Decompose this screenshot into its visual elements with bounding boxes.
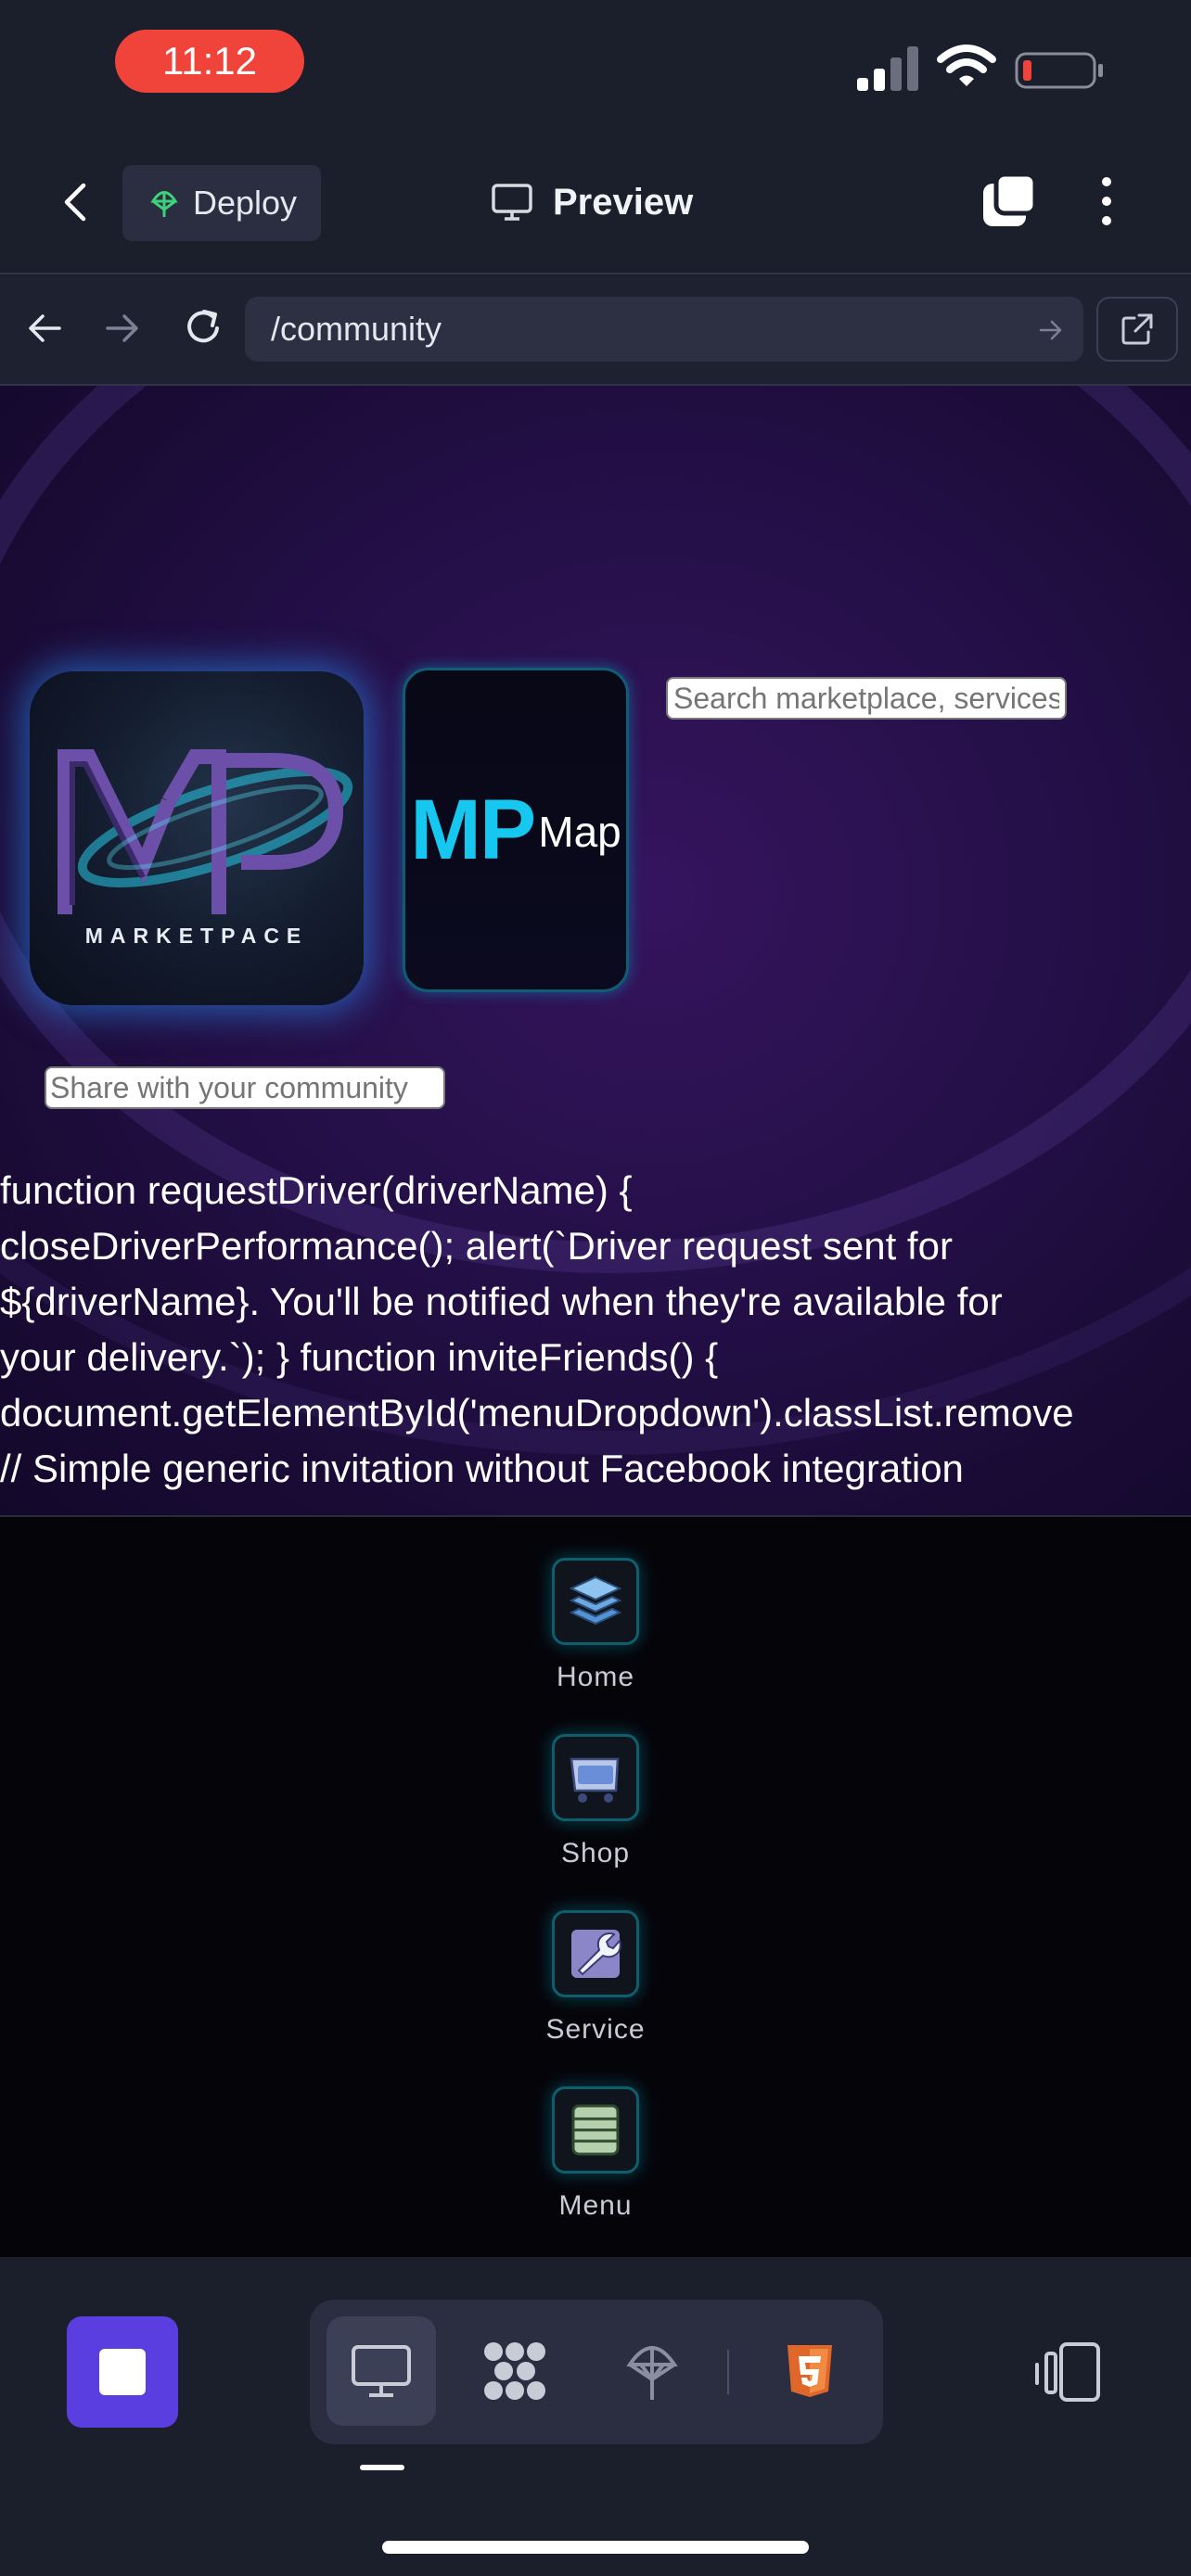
page-title: Preview [553, 181, 694, 223]
deploy-tool-button[interactable] [597, 2316, 707, 2426]
deploy-button[interactable]: Deploy [122, 165, 321, 241]
map-card-mp: MP [410, 782, 536, 877]
desktop-icon [352, 2345, 411, 2397]
web-content: MARKETPACE MP Map function requestDriver… [0, 386, 1191, 1515]
html5-icon [788, 2345, 832, 2397]
nav-tile[interactable] [552, 1734, 639, 1821]
wifi-icon [937, 45, 996, 86]
wrench-icon [571, 1930, 621, 1978]
deploy-icon [150, 191, 178, 217]
tool-separator [727, 2350, 729, 2394]
browser-back-icon[interactable] [26, 310, 63, 347]
deploy-label: Deploy [193, 184, 298, 222]
desktop-view-button[interactable] [327, 2316, 436, 2426]
mp-monogram-icon [58, 749, 353, 914]
external-link-icon [1121, 313, 1153, 345]
active-tool-indicator [360, 2465, 404, 2470]
more-options-icon[interactable] [1093, 172, 1121, 230]
nav-tile[interactable] [552, 1558, 639, 1645]
browser-bar: /community [0, 276, 1191, 386]
bottom-toolbar [0, 2257, 1191, 2576]
nav-label: Shop [560, 1838, 631, 1868]
site-nav: Home Shop Service Menu [0, 1515, 1191, 2257]
go-arrow-icon[interactable] [1039, 319, 1063, 341]
cart-icon [570, 1757, 620, 1803]
mp-map-card[interactable]: MP Map [403, 668, 629, 992]
marketpace-logo[interactable]: MARKETPACE [30, 671, 364, 1005]
nav-tile[interactable] [552, 1910, 639, 1997]
code-line: // Simple generic invitation without Fac… [0, 1447, 964, 1490]
nav-tile[interactable] [552, 2086, 639, 2174]
raw-script-text: function requestDriver(driverName) { clo… [0, 1163, 1191, 1497]
nav-item-menu[interactable]: Menu [503, 2086, 688, 2222]
app-header: Deploy Preview [0, 130, 1191, 274]
url-field[interactable]: /community [245, 297, 1083, 362]
nav-item-service[interactable]: Service [503, 1910, 688, 2046]
code-line: ${driverName}. You'll be notified when t… [0, 1280, 1003, 1323]
code-line: closeDriverPerformance(); alert(`Driver … [0, 1224, 953, 1268]
code-line: your delivery.`); } function inviteFrien… [0, 1335, 719, 1379]
browser-forward-icon[interactable] [104, 310, 141, 347]
nodes-icon [484, 2342, 545, 2400]
device-toggle-icon[interactable] [1035, 2340, 1102, 2405]
stop-button[interactable] [67, 2316, 178, 2428]
tabs-icon[interactable] [981, 172, 1039, 230]
map-card-label: Map [538, 808, 621, 856]
status-bar: 11:12 [0, 0, 1191, 130]
reload-icon[interactable] [182, 306, 224, 349]
nav-item-shop[interactable]: Shop [503, 1734, 688, 1869]
menu-list-icon [571, 2104, 620, 2156]
back-icon[interactable] [56, 182, 96, 223]
search-input[interactable] [666, 677, 1067, 720]
time-indicator: 11:12 [115, 30, 304, 93]
nodes-button[interactable] [460, 2316, 570, 2426]
nav-label: Home [556, 1662, 635, 1692]
monitor-icon [492, 184, 532, 221]
code-line: document.getElementById('menuDropdown').… [0, 1391, 1074, 1435]
nav-label: Service [545, 2014, 646, 2045]
code-line: function requestDriver(driverName) { [0, 1168, 633, 1212]
share-input[interactable] [45, 1066, 445, 1109]
battery-icon [1015, 52, 1103, 89]
cellular-signal-icon [857, 46, 918, 91]
layers-icon [569, 1575, 622, 1626]
stop-icon [99, 2349, 146, 2395]
url-text: /community [271, 310, 442, 348]
preview-title: Preview [492, 176, 693, 228]
logo-wordmark: MARKETPACE [84, 924, 309, 948]
nav-item-home[interactable]: Home [503, 1558, 688, 1693]
html-file-button[interactable] [755, 2316, 864, 2426]
deploy-tool-icon [626, 2346, 678, 2400]
nav-label: Menu [558, 2190, 633, 2221]
home-indicator [382, 2541, 809, 2554]
open-external-button[interactable] [1096, 297, 1178, 362]
tool-group [310, 2300, 883, 2444]
